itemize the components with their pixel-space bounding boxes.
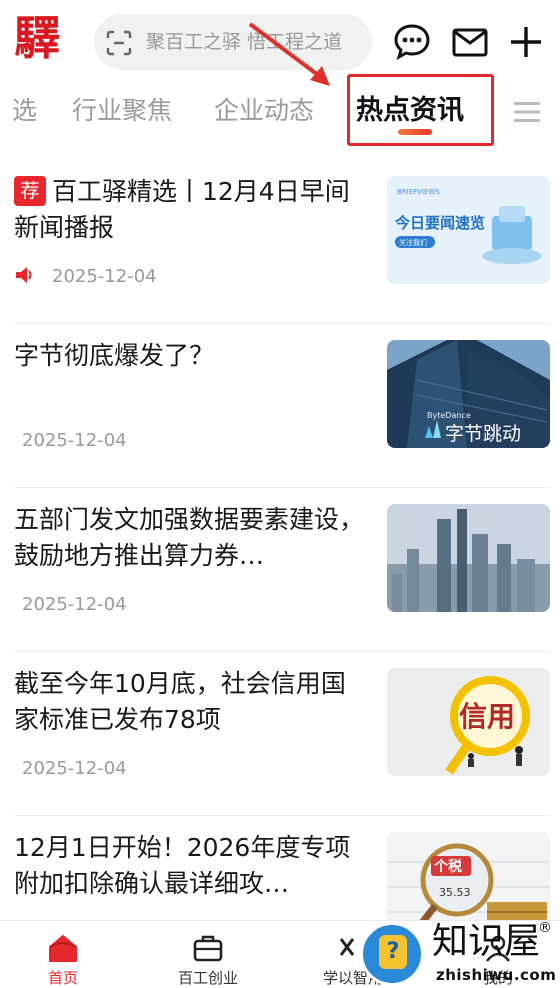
news-date: 2025-12-04 bbox=[22, 758, 127, 779]
thumb-brand: ByteDance bbox=[427, 411, 471, 420]
speaker-icon[interactable] bbox=[14, 264, 36, 286]
briefcase-icon bbox=[193, 935, 223, 962]
news-thumbnail: 信用 bbox=[387, 668, 550, 776]
thumb-title: 信用 bbox=[459, 700, 515, 733]
nav-startup-label: 百工创业 bbox=[177, 969, 238, 987]
tab-industry-focus[interactable]: 行业聚焦 bbox=[72, 94, 172, 128]
news-date: 2025-12-04 bbox=[22, 430, 127, 451]
news-item[interactable]: 截至今年10月底，社会信用国家标准已发布78项 2025-12-04 信用 bbox=[14, 652, 550, 816]
news-title: 荐百工驿精选丨12月4日早间新闻播报 bbox=[14, 174, 366, 246]
home-icon bbox=[49, 935, 77, 962]
active-tab-indicator bbox=[398, 129, 432, 135]
watermark: ? 知识屋 ® zhishiwu.com bbox=[360, 918, 560, 988]
thumb-title: 今日要闻速览 bbox=[394, 214, 485, 232]
watermark-brand: 知识屋 bbox=[432, 921, 541, 962]
menu-icon[interactable] bbox=[514, 100, 540, 124]
watermark-domain: zhishiwu.com bbox=[436, 966, 557, 984]
news-item[interactable]: 五部门发文加强数据要素建设，鼓励地方推出算力券… 2025-12-04 bbox=[14, 488, 550, 652]
news-title: 五部门发文加强数据要素建设，鼓励地方推出算力券… bbox=[14, 505, 365, 570]
nav-startup[interactable]: 百工创业 bbox=[158, 921, 258, 988]
thumb-number: 35.53 bbox=[439, 886, 471, 899]
news-title: 12月1日开始！2026年度专项附加扣除确认最详细攻… bbox=[14, 833, 351, 898]
news-date: 2025-12-04 bbox=[52, 266, 157, 287]
recommend-badge: 荐 bbox=[14, 176, 46, 206]
tab-company-news[interactable]: 企业动态 bbox=[214, 94, 314, 128]
thumb-brand: BRIEFVIEWS bbox=[397, 188, 440, 196]
news-item[interactable]: 荐百工驿精选丨12月4日早间新闻播报 2025-12-04 BRIEFVIEWS… bbox=[14, 160, 550, 324]
mail-icon[interactable] bbox=[450, 22, 490, 62]
scan-icon[interactable] bbox=[106, 30, 132, 56]
news-thumbnail bbox=[387, 504, 550, 612]
news-thumbnail: BRIEFVIEWS 今日要闻速览 关注我们 bbox=[387, 176, 550, 284]
news-title: 字节彻底爆发了？ bbox=[14, 341, 215, 370]
news-item[interactable]: 字节彻底爆发了？ 2025-12-04 ByteDance 字节跳动 bbox=[14, 324, 550, 488]
watermark-registered: ® bbox=[538, 920, 552, 936]
add-icon[interactable] bbox=[506, 22, 546, 62]
news-date: 2025-12-04 bbox=[22, 594, 127, 615]
nav-home-label: 首页 bbox=[47, 969, 78, 987]
thumb-title: 字节跳动 bbox=[445, 423, 521, 445]
news-title-text: 百工驿精选丨12月4日早间新闻播报 bbox=[14, 177, 350, 242]
thumb-title: 个税 bbox=[433, 858, 462, 875]
app-logo[interactable]: 驛 bbox=[14, 8, 60, 68]
message-icon[interactable] bbox=[392, 22, 432, 62]
nav-home[interactable]: 首页 bbox=[13, 921, 113, 988]
tab-highlight-box bbox=[347, 74, 494, 146]
thumb-subtitle: 关注我们 bbox=[399, 238, 427, 247]
news-thumbnail: ByteDance 字节跳动 bbox=[387, 340, 550, 448]
news-title: 截至今年10月底，社会信用国家标准已发布78项 bbox=[14, 669, 346, 734]
watermark-logo-icon: ? bbox=[360, 922, 424, 986]
tab-featured[interactable]: 选 bbox=[12, 94, 37, 128]
